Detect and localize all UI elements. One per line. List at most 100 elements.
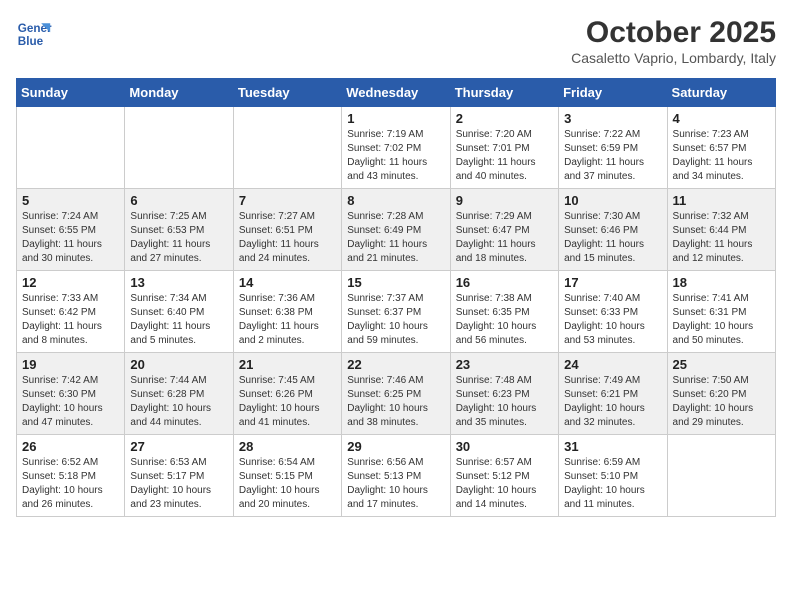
day-number: 30 xyxy=(456,439,553,454)
calendar-cell: 29 Sunrise: 6:56 AM Sunset: 5:13 PM Dayli… xyxy=(342,435,450,517)
calendar-cell: 16Sunrise: 7:38 AM Sunset: 6:35 PM Dayli… xyxy=(450,271,558,353)
day-info: Sunrise: 7:32 AM Sunset: 6:44 PM Dayligh… xyxy=(673,210,770,266)
day-number: 4 xyxy=(673,111,770,126)
day-number: 16 xyxy=(456,275,553,290)
day-info: Sunrise: 7:24 AM Sunset: 6:55 PM Dayligh… xyxy=(22,210,119,266)
day-number: 22 xyxy=(347,357,444,372)
day-info: Sunrise: 7:19 AM Sunset: 7:02 PM Dayligh… xyxy=(347,128,444,184)
day-info: Sunrise: 7:28 AM Sunset: 6:49 PM Dayligh… xyxy=(347,210,444,266)
day-number: 18 xyxy=(673,275,770,290)
calendar-cell: 28 Sunrise: 6:54 AM Sunset: 5:15 PM Dayli… xyxy=(233,435,341,517)
day-number: 24 xyxy=(564,357,661,372)
day-info: Sunrise: 7:29 AM Sunset: 6:47 PM Dayligh… xyxy=(456,210,553,266)
day-number: 27 xyxy=(130,439,227,454)
day-info: Sunrise: 7:49 AM Sunset: 6:21 PM Dayligh… xyxy=(564,374,661,430)
day-number: 17 xyxy=(564,275,661,290)
logo-icon: General Blue xyxy=(16,16,52,52)
calendar-cell: 6 Sunrise: 7:25 AM Sunset: 6:53 PM Daylig… xyxy=(125,189,233,271)
day-number: 31 xyxy=(564,439,661,454)
day-info: Sunrise: 7:25 AM Sunset: 6:53 PM Dayligh… xyxy=(130,210,227,266)
calendar-cell: 30 Sunrise: 6:57 AM Sunset: 5:12 PM Dayli… xyxy=(450,435,558,517)
day-info: Sunrise: 7:23 AM Sunset: 6:57 PM Dayligh… xyxy=(673,128,770,184)
weekday-header-row: SundayMondayTuesdayWednesdayThursdayFrid… xyxy=(17,79,776,107)
day-number: 26 xyxy=(22,439,119,454)
day-number: 23 xyxy=(456,357,553,372)
day-number: 2 xyxy=(456,111,553,126)
calendar-cell: 21 Sunrise: 7:45 AM Sunset: 6:26 PM Dayli… xyxy=(233,353,341,435)
calendar-cell: 13 Sunrise: 7:34 AM Sunset: 6:40 PM Dayli… xyxy=(125,271,233,353)
day-info: Sunrise: 7:45 AM Sunset: 6:26 PM Dayligh… xyxy=(239,374,336,430)
day-info: Sunrise: 7:42 AM Sunset: 6:30 PM Dayligh… xyxy=(22,374,119,430)
calendar-table: SundayMondayTuesdayWednesdayThursdayFrid… xyxy=(16,78,776,517)
calendar-cell: 24 Sunrise: 7:49 AM Sunset: 6:21 PM Dayli… xyxy=(559,353,667,435)
day-number: 28 xyxy=(239,439,336,454)
day-info: Sunrise: 7:37 AM Sunset: 6:37 PM Dayligh… xyxy=(347,292,444,348)
calendar-cell xyxy=(125,107,233,189)
day-number: 8 xyxy=(347,193,444,208)
day-number: 20 xyxy=(130,357,227,372)
calendar-cell: 1 Sunrise: 7:19 AM Sunset: 7:02 PM Daylig… xyxy=(342,107,450,189)
calendar-cell: 18Sunrise: 7:41 AM Sunset: 6:31 PM Dayli… xyxy=(667,271,775,353)
day-number: 12 xyxy=(22,275,119,290)
day-info: Sunrise: 7:40 AM Sunset: 6:33 PM Dayligh… xyxy=(564,292,661,348)
calendar-week-row: 1 Sunrise: 7:19 AM Sunset: 7:02 PM Daylig… xyxy=(17,107,776,189)
calendar-cell: 19 Sunrise: 7:42 AM Sunset: 6:30 PM Dayli… xyxy=(17,353,125,435)
day-number: 1 xyxy=(347,111,444,126)
calendar-cell xyxy=(233,107,341,189)
day-info: Sunrise: 6:57 AM Sunset: 5:12 PM Dayligh… xyxy=(456,456,553,512)
calendar-cell xyxy=(667,435,775,517)
page-subtitle: Casaletto Vaprio, Lombardy, Italy xyxy=(571,50,776,66)
day-info: Sunrise: 7:20 AM Sunset: 7:01 PM Dayligh… xyxy=(456,128,553,184)
day-number: 11 xyxy=(673,193,770,208)
day-number: 29 xyxy=(347,439,444,454)
day-number: 14 xyxy=(239,275,336,290)
calendar-cell: 20 Sunrise: 7:44 AM Sunset: 6:28 PM Dayli… xyxy=(125,353,233,435)
weekday-header-monday: Monday xyxy=(125,79,233,107)
calendar-cell: 2 Sunrise: 7:20 AM Sunset: 7:01 PM Daylig… xyxy=(450,107,558,189)
page-title: October 2025 xyxy=(571,16,776,50)
calendar-cell: 12 Sunrise: 7:33 AM Sunset: 6:42 PM Dayli… xyxy=(17,271,125,353)
day-info: Sunrise: 6:54 AM Sunset: 5:15 PM Dayligh… xyxy=(239,456,336,512)
day-info: Sunrise: 7:34 AM Sunset: 6:40 PM Dayligh… xyxy=(130,292,227,348)
day-info: Sunrise: 7:46 AM Sunset: 6:25 PM Dayligh… xyxy=(347,374,444,430)
calendar-cell: 10 Sunrise: 7:30 AM Sunset: 6:46 PM Dayli… xyxy=(559,189,667,271)
calendar-cell: 23 Sunrise: 7:48 AM Sunset: 6:23 PM Dayli… xyxy=(450,353,558,435)
day-number: 21 xyxy=(239,357,336,372)
day-info: Sunrise: 7:44 AM Sunset: 6:28 PM Dayligh… xyxy=(130,374,227,430)
day-number: 13 xyxy=(130,275,227,290)
day-number: 19 xyxy=(22,357,119,372)
day-info: Sunrise: 7:27 AM Sunset: 6:51 PM Dayligh… xyxy=(239,210,336,266)
day-info: Sunrise: 6:52 AM Sunset: 5:18 PM Dayligh… xyxy=(22,456,119,512)
calendar-week-row: 12 Sunrise: 7:33 AM Sunset: 6:42 PM Dayli… xyxy=(17,271,776,353)
calendar-cell: 15 Sunrise: 7:37 AM Sunset: 6:37 PM Dayli… xyxy=(342,271,450,353)
day-number: 10 xyxy=(564,193,661,208)
day-number: 6 xyxy=(130,193,227,208)
calendar-cell: 25Sunrise: 7:50 AM Sunset: 6:20 PM Dayli… xyxy=(667,353,775,435)
calendar-cell: 4 Sunrise: 7:23 AM Sunset: 6:57 PM Daylig… xyxy=(667,107,775,189)
calendar-cell: 27 Sunrise: 6:53 AM Sunset: 5:17 PM Dayli… xyxy=(125,435,233,517)
weekday-header-saturday: Saturday xyxy=(667,79,775,107)
weekday-header-thursday: Thursday xyxy=(450,79,558,107)
day-info: Sunrise: 7:30 AM Sunset: 6:46 PM Dayligh… xyxy=(564,210,661,266)
calendar-week-row: 5 Sunrise: 7:24 AM Sunset: 6:55 PM Daylig… xyxy=(17,189,776,271)
calendar-cell: 31 Sunrise: 6:59 AM Sunset: 5:10 PM Dayli… xyxy=(559,435,667,517)
day-info: Sunrise: 6:53 AM Sunset: 5:17 PM Dayligh… xyxy=(130,456,227,512)
calendar-cell: 7 Sunrise: 7:27 AM Sunset: 6:51 PM Daylig… xyxy=(233,189,341,271)
logo: General Blue xyxy=(16,16,52,52)
day-info: Sunrise: 7:48 AM Sunset: 6:23 PM Dayligh… xyxy=(456,374,553,430)
day-number: 15 xyxy=(347,275,444,290)
day-number: 7 xyxy=(239,193,336,208)
day-info: Sunrise: 6:59 AM Sunset: 5:10 PM Dayligh… xyxy=(564,456,661,512)
calendar-cell: 8 Sunrise: 7:28 AM Sunset: 6:49 PM Daylig… xyxy=(342,189,450,271)
calendar-cell: 11 Sunrise: 7:32 AM Sunset: 6:44 PM Dayli… xyxy=(667,189,775,271)
calendar-cell: 17 Sunrise: 7:40 AM Sunset: 6:33 PM Dayli… xyxy=(559,271,667,353)
weekday-header-sunday: Sunday xyxy=(17,79,125,107)
page-header: General Blue October 2025 Casaletto Vapr… xyxy=(16,16,776,66)
weekday-header-friday: Friday xyxy=(559,79,667,107)
day-info: Sunrise: 7:33 AM Sunset: 6:42 PM Dayligh… xyxy=(22,292,119,348)
calendar-cell xyxy=(17,107,125,189)
day-number: 3 xyxy=(564,111,661,126)
day-info: Sunrise: 6:56 AM Sunset: 5:13 PM Dayligh… xyxy=(347,456,444,512)
day-number: 5 xyxy=(22,193,119,208)
calendar-week-row: 19 Sunrise: 7:42 AM Sunset: 6:30 PM Dayli… xyxy=(17,353,776,435)
